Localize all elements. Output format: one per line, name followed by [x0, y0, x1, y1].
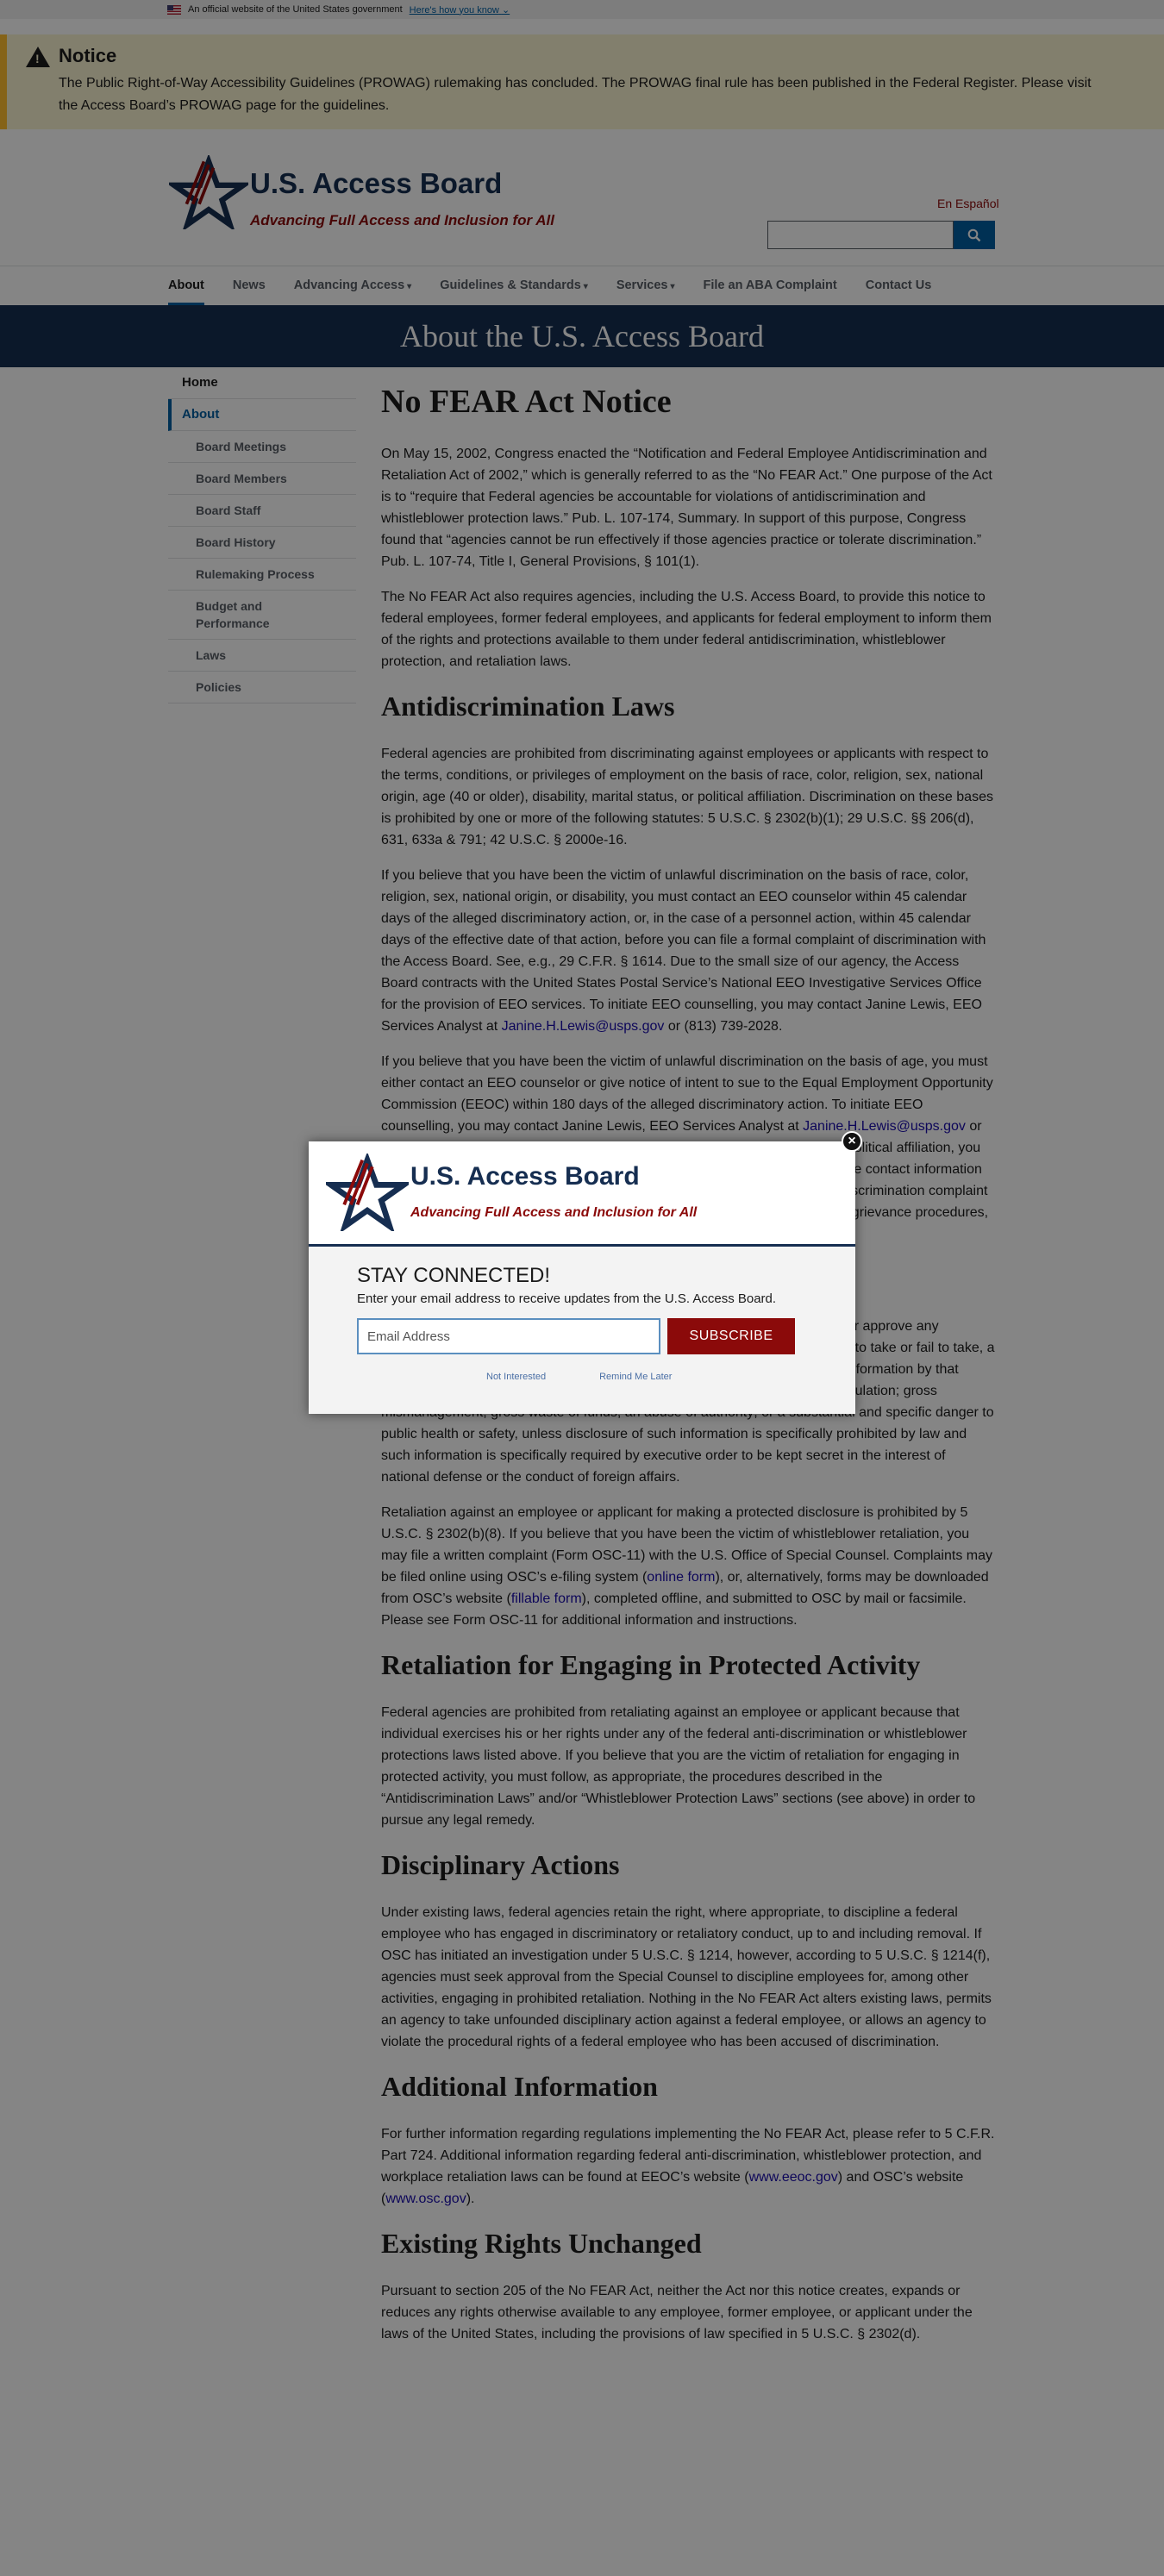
- subscribe-modal: U.S. Access Board Advancing Full Access …: [309, 1141, 855, 1414]
- close-icon[interactable]: ×: [842, 1131, 862, 1152]
- modal-heading: STAY CONNECTED!: [357, 1264, 551, 1287]
- subscribe-button[interactable]: SUBSCRIBE: [667, 1318, 795, 1354]
- star-logo-icon: [326, 1154, 409, 1231]
- remind-later-link[interactable]: Remind Me Later: [599, 1372, 672, 1382]
- modal-title: U.S. Access Board: [410, 1162, 640, 1191]
- modal-header: U.S. Access Board Advancing Full Access …: [309, 1141, 855, 1247]
- modal-tagline: Advancing Full Access and Inclusion for …: [410, 1205, 698, 1220]
- email-field[interactable]: [357, 1318, 660, 1354]
- not-interested-link[interactable]: Not Interested: [486, 1372, 546, 1382]
- modal-description: Enter your email address to receive upda…: [357, 1291, 777, 1306]
